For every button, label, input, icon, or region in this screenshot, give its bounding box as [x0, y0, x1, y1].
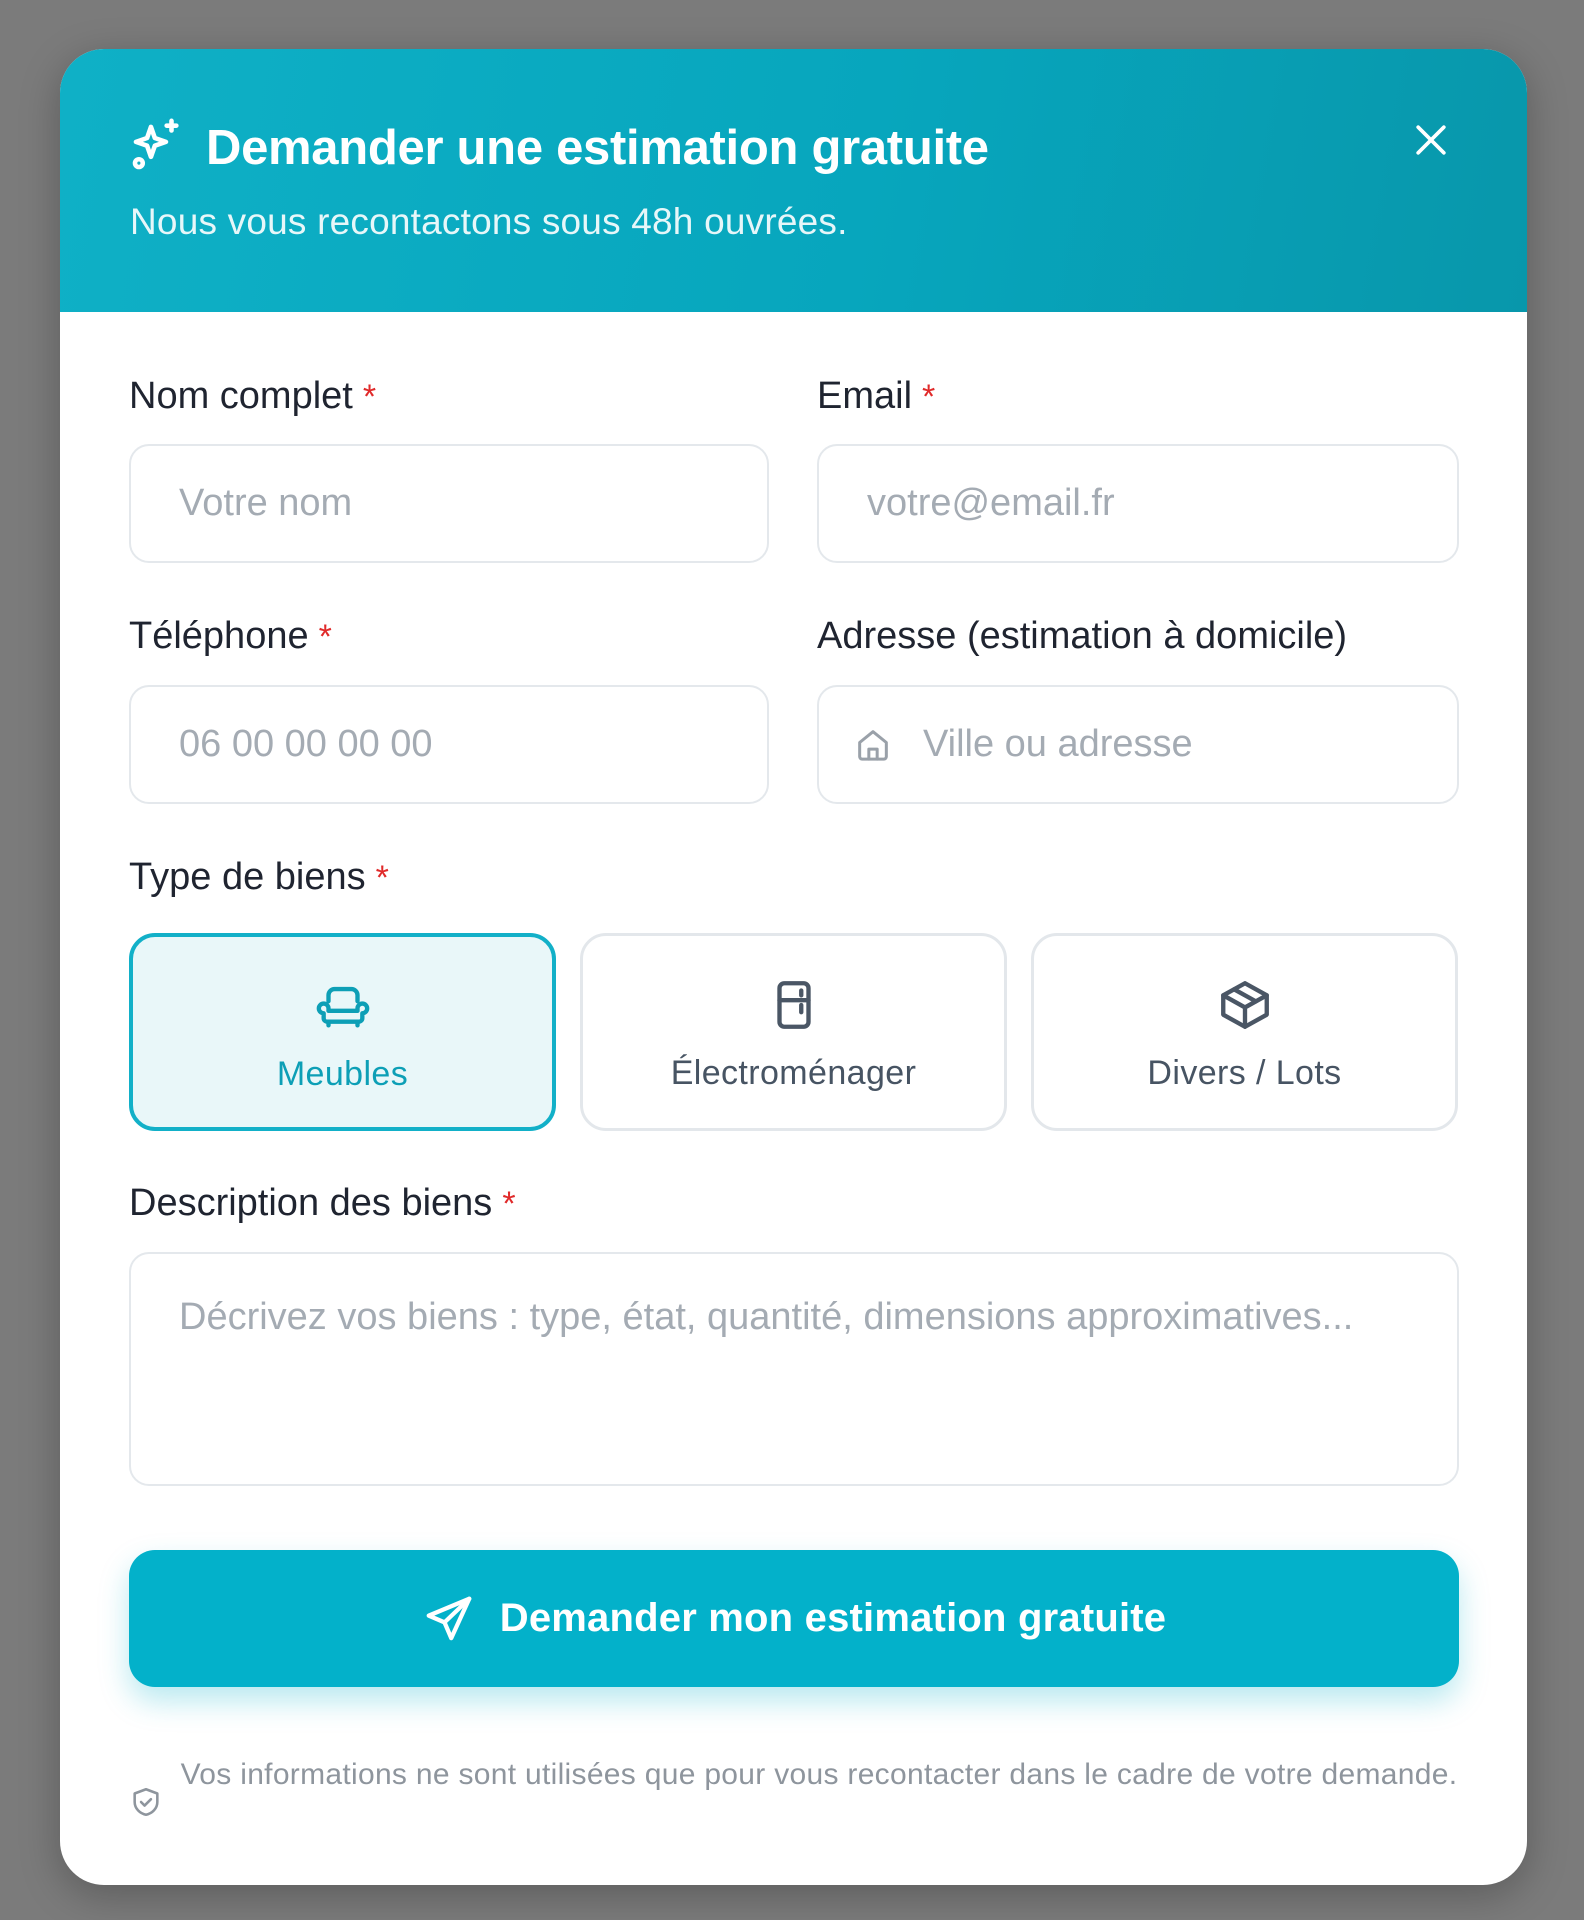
email-input[interactable] — [819, 481, 1457, 526]
name-input[interactable] — [131, 481, 767, 526]
type-option-divers-lots[interactable]: Divers / Lots — [1031, 933, 1458, 1131]
modal-title: Demander une estimation gratuite — [206, 120, 989, 175]
privacy-text: Vos informations ne sont utilisées que p… — [180, 1758, 1458, 1791]
send-icon — [426, 1596, 472, 1640]
fridge-icon — [776, 981, 811, 1029]
submit-label: Demander mon estimation gratuite — [499, 1596, 1167, 1640]
required-marker: * — [922, 378, 936, 416]
description-label: Description des biens * — [129, 1182, 516, 1225]
phone-field[interactable] — [129, 685, 769, 804]
name-label: Nom complet * — [129, 375, 376, 418]
address-field[interactable] — [817, 685, 1459, 804]
phone-label: Téléphone * — [129, 615, 332, 658]
title-row: Demander une estimation gratuite — [128, 116, 989, 179]
sofa-icon — [316, 986, 369, 1028]
description-textarea[interactable] — [131, 1254, 1457, 1484]
description-label-text: Description des biens — [129, 1182, 493, 1224]
package-icon — [1220, 981, 1269, 1029]
description-field[interactable] — [129, 1252, 1459, 1486]
privacy-note: Vos informations ne sont utilisées que p… — [129, 1751, 1459, 1851]
address-label: Adresse (estimation à domicile) — [817, 615, 1348, 657]
name-label-text: Nom complet — [129, 375, 353, 417]
email-label-text: Email — [817, 375, 913, 417]
phone-label-text: Téléphone — [129, 615, 309, 657]
modal-header: Demander une estimation gratuite Nous vo… — [60, 49, 1527, 312]
home-icon — [858, 729, 888, 761]
type-option-electromenager[interactable]: Électroménager — [580, 933, 1007, 1131]
email-label: Email * — [817, 375, 935, 418]
address-input[interactable] — [893, 722, 1457, 767]
type-label-text: Type de biens — [129, 856, 366, 898]
modal-subtitle: Nous vous recontactons sous 48h ouvrées. — [130, 201, 848, 242]
name-field[interactable] — [129, 444, 769, 563]
type-label: Type de biens * — [129, 856, 389, 899]
required-marker: * — [318, 618, 332, 656]
type-option-label: Électroménager — [670, 1054, 917, 1092]
sparkles-icon — [128, 116, 186, 179]
type-option-meubles[interactable]: Meubles — [129, 933, 556, 1131]
submit-button[interactable]: Demander mon estimation gratuite — [129, 1550, 1459, 1687]
required-marker: * — [502, 1185, 516, 1223]
close-button[interactable] — [1405, 114, 1457, 166]
type-option-label: Divers / Lots — [1147, 1054, 1342, 1092]
email-field[interactable] — [817, 444, 1459, 563]
shield-check-icon — [133, 1787, 159, 1817]
close-icon — [1416, 125, 1446, 155]
required-marker: * — [375, 859, 389, 897]
type-option-label: Meubles — [276, 1055, 409, 1093]
estimation-modal: Demander une estimation gratuite Nous vo… — [60, 49, 1527, 1885]
required-marker: * — [362, 378, 377, 416]
phone-input[interactable] — [131, 722, 767, 767]
